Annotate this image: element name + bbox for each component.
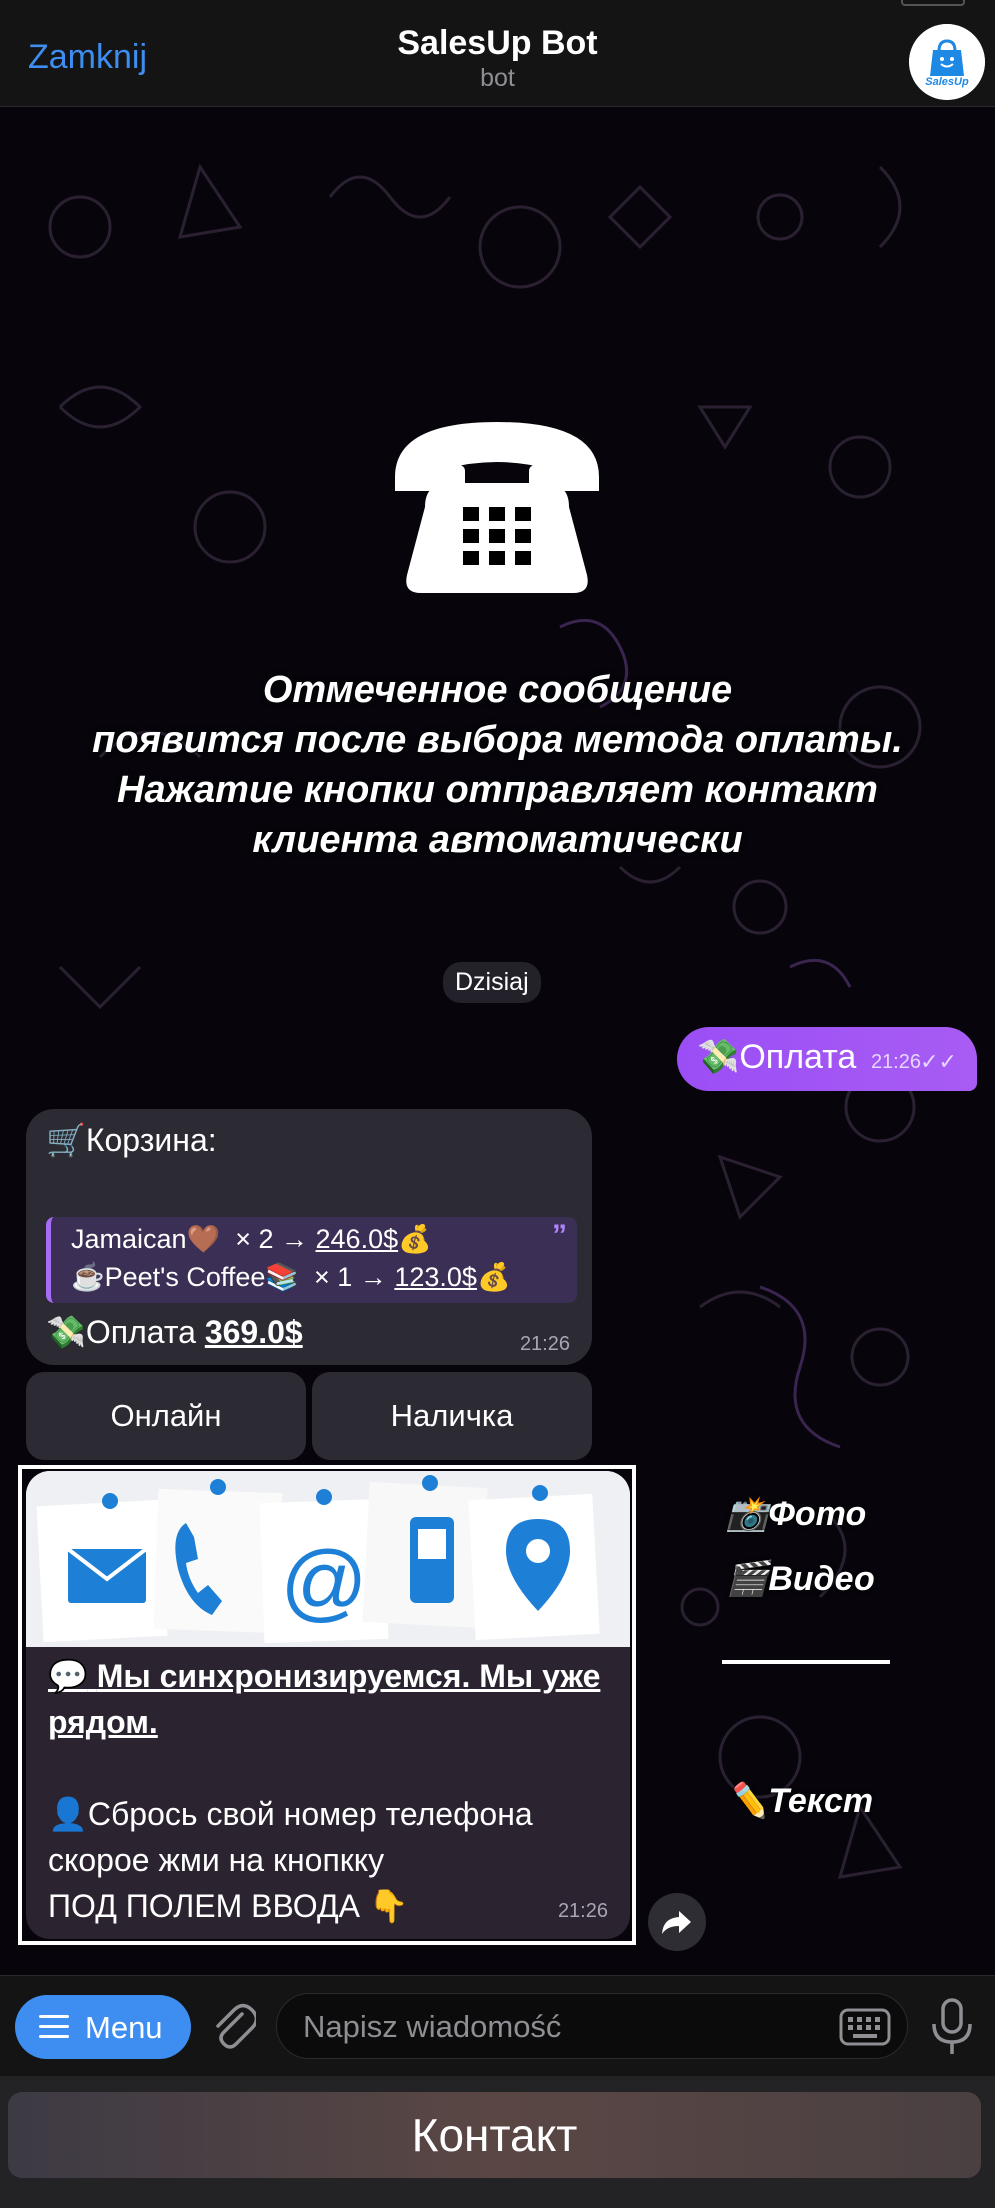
forward-button[interactable] [648, 1893, 706, 1951]
chat-title: SalesUp Bot [397, 24, 598, 62]
menu-label: Menu [85, 2010, 163, 2045]
online-payment-button[interactable]: Онлайн [26, 1372, 306, 1460]
menu-button[interactable]: Menu [15, 1995, 191, 2059]
cart-title: 🛒Корзина: [46, 1121, 217, 1159]
telephone-icon [395, 422, 599, 593]
battery-icon [901, 0, 965, 6]
sync-text-body: Мы синхронизируемся. Мы уже рядом. [48, 1658, 601, 1740]
svg-text:@: @ [280, 1534, 367, 1630]
bot-avatar[interactable]: SalesUp [909, 24, 985, 100]
cash-payment-button[interactable]: Наличка [312, 1372, 592, 1460]
instruction-body-2: ПОД ПОЛЕМ ВВОДА [48, 1888, 360, 1924]
pointing-down-icon: 👇 [368, 1888, 409, 1924]
cart-title-text: Корзина: [85, 1122, 217, 1158]
user-icon: 👤 [48, 1796, 88, 1832]
instruction-text: 👤Сбрось свой номер телефона скорое жми н… [48, 1791, 618, 1883]
item-name: Jamaican🤎 [71, 1224, 221, 1254]
quote-icon: ” [552, 1219, 567, 1252]
chat-title-block[interactable]: SalesUp Bot bot [0, 22, 995, 92]
text-label: ✏️Текст [726, 1781, 873, 1821]
clapper-icon: 🎬 [726, 1560, 769, 1598]
outgoing-text: Оплата [739, 1038, 857, 1076]
speech-bubble-icon: 💬 [48, 1658, 88, 1694]
reply-keyboard: Контакт [0, 2076, 995, 2208]
message-time: 21:26 [870, 1051, 921, 1073]
sync-text: 💬 Мы синхронизируемся. Мы уже рядом. [48, 1653, 618, 1745]
cart-message[interactable]: 🛒Корзина: ” Jamaican🤎 × 2 → 246.0$💰 ☕️Pe… [26, 1109, 592, 1365]
instruction-body: Сбрось свой номер телефона скорое жми на… [48, 1796, 533, 1878]
coffee-icon: ☕️ [71, 1262, 105, 1292]
cart-items-quote: ” Jamaican🤎 × 2 → 246.0$💰 ☕️Peet's Coffe… [46, 1217, 577, 1303]
divider-line [722, 1660, 890, 1664]
photo-label: 📸Фото [726, 1494, 866, 1534]
media-message[interactable]: @ 💬 Мы синхронизируемся. Мы уже рядом. 👤… [26, 1471, 630, 1939]
video-label-text: Видео [768, 1560, 875, 1598]
message-input[interactable] [301, 2006, 825, 2048]
attach-paperclip-icon[interactable] [210, 2002, 256, 2052]
keyboard-icon[interactable] [839, 2008, 891, 2046]
chat-header: Zamknij SalesUp Bot bot SalesUp [0, 0, 995, 107]
moneybag-icon: 💰 [476, 1262, 511, 1292]
media-message-text: 💬 Мы синхронизируемся. Мы уже рядом. 👤Сб… [48, 1653, 618, 1929]
item-price[interactable]: 123.0$ [394, 1262, 477, 1292]
avatar-brand-text: SalesUp [925, 76, 969, 88]
intro-line: Отмеченное сообщение [262, 669, 733, 711]
cart-item: ☕️Peet's Coffee📚 × 1 → 123.0$💰 [71, 1261, 511, 1293]
microphone-icon[interactable] [926, 1996, 978, 2058]
item-price[interactable]: 246.0$ [316, 1224, 399, 1254]
message-time: 21:26 [519, 1333, 570, 1355]
double-check-icon: ✓✓ [920, 1049, 957, 1074]
item-qty: × 1 → [314, 1262, 387, 1292]
total-value[interactable]: 369.0$ [205, 1314, 303, 1350]
money-emoji-icon: 💸 [697, 1038, 740, 1076]
photo-label-text: Фото [768, 1495, 867, 1533]
forward-arrow-icon [662, 1911, 691, 1934]
message-field[interactable] [276, 1993, 908, 2059]
contact-button[interactable]: Контакт [8, 2092, 981, 2178]
cart-total: 💸Оплата 369.0$ [46, 1313, 303, 1351]
instruction-text-2: ПОД ПОЛЕМ ВВОДА 👇 [48, 1883, 618, 1929]
date-separator: Dzisiaj [443, 962, 541, 1003]
cart-item: Jamaican🤎 × 2 → 246.0$💰 [71, 1223, 432, 1255]
chat-subtitle: bot [480, 64, 515, 92]
moneybag-icon: 💰 [398, 1224, 432, 1254]
outgoing-message[interactable]: 💸Оплата 21:26 ✓✓ [677, 1027, 977, 1091]
total-label: Оплата [85, 1314, 196, 1350]
message-time: 21:26 [557, 1900, 608, 1922]
intro-description: Отмеченное сообщение появится после выбо… [0, 665, 995, 865]
item-name: Peet's Coffee📚 [104, 1262, 300, 1292]
item-qty: × 2 → [235, 1224, 308, 1254]
cart-icon: 🛒 [46, 1122, 86, 1158]
outgoing-message-text: 💸Оплата [697, 1037, 856, 1077]
shopping-bag-icon [909, 24, 985, 100]
camera-icon: 📸 [726, 1495, 769, 1533]
text-label-text: Текст [768, 1782, 874, 1820]
hamburger-icon [39, 2015, 69, 2038]
video-label: 🎬Видео [726, 1559, 875, 1599]
contact-icons-image[interactable]: @ [26, 1471, 630, 1647]
input-bar: Menu [0, 1975, 995, 2076]
chat-area[interactable]: Отмеченное сообщение появится после выбо… [0, 107, 995, 1975]
pencil-icon: ✏️ [726, 1782, 769, 1820]
intro-line: появится после выбора метода оплаты. [92, 719, 903, 761]
intro-line: клиента автоматически [252, 819, 743, 861]
intro-line: Нажатие кнопки отправляет контакт [117, 769, 878, 811]
money-emoji-icon: 💸 [46, 1314, 86, 1350]
